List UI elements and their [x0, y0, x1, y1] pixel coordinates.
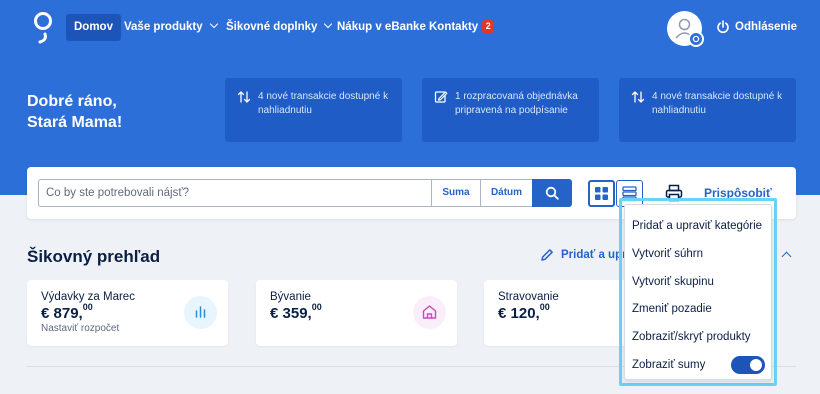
nav-item-smart-addons[interactable]: Šikovné doplnky [226, 14, 333, 41]
grid-icon [595, 187, 608, 200]
arrows-updown-icon [237, 91, 251, 103]
greeting-line: Stará Mama! [27, 114, 123, 131]
chevron-up-icon[interactable] [781, 251, 792, 262]
amount-value: € 120, [498, 305, 540, 322]
amount-value: € 879, [41, 305, 83, 322]
notification-badge: 2 [482, 20, 495, 33]
nav-item-ebank-shopping[interactable]: Nákup v eBanke [337, 14, 426, 41]
power-icon [717, 20, 729, 34]
bank-logo-icon[interactable] [32, 11, 54, 45]
menu-item-create-group[interactable]: Vytvoriť skupinu [632, 276, 714, 288]
amount-value: € 359, [270, 305, 312, 322]
logout-button[interactable]: Odhlásenie [716, 14, 797, 41]
chevron-down-icon [209, 19, 218, 29]
amount-cents: 00 [311, 302, 322, 312]
edit-document-icon [434, 91, 448, 103]
bar-chart-icon [184, 296, 217, 329]
nav-item-label: Kontakty [429, 21, 479, 33]
search-input[interactable] [38, 179, 432, 207]
card-label: Bývanie [270, 291, 311, 303]
filter-amount-label: Suma [442, 187, 470, 198]
filter-amount-button[interactable]: Suma [431, 179, 481, 207]
notification-text: 1 rozpracovaná objednávka pripravená na … [455, 91, 578, 116]
nav-item-label: Vaše produkty [124, 21, 203, 33]
search-icon [545, 186, 559, 200]
nav-item-label: Šikovné doplnky [226, 21, 318, 33]
overview-card[interactable]: Bývanie € 359,00 [256, 280, 457, 346]
menu-item-add-edit-categories[interactable]: Pridať a upraviť kategórie [632, 220, 762, 232]
nav-item-products[interactable]: Vaše produkty [124, 14, 218, 41]
notification-card[interactable]: 4 nové transakcie dostupné k nahliadnuti… [225, 78, 402, 142]
chevron-down-icon [324, 19, 333, 29]
nav-item-contacts[interactable]: Kontakty 2 [429, 14, 495, 41]
greeting: Dobré ráno, Stará Mama! [27, 91, 122, 133]
toggle-knob [750, 359, 762, 371]
overview-card[interactable]: Výdavky za Marec € 879,00 Nastaviť rozpo… [27, 280, 228, 346]
settings-gear-icon[interactable] [688, 31, 704, 47]
filter-date-button[interactable]: Dátum [480, 179, 533, 207]
card-amount: € 359,00 [270, 302, 322, 322]
house-icon [413, 296, 446, 329]
menu-item-change-background[interactable]: Zmeniť pozadie [632, 303, 712, 315]
section-title: Šikovný prehľad [27, 247, 161, 266]
set-budget-link[interactable]: Nastaviť rozpočet [41, 323, 119, 334]
logout-label: Odhlásenie [735, 21, 797, 33]
arrows-updown-icon [631, 91, 645, 103]
filter-date-label: Dátum [490, 187, 523, 198]
menu-item-show-hide-products[interactable]: Zobraziť/skryť produkty [632, 331, 751, 343]
grid-view-button[interactable] [588, 180, 615, 207]
nav-item-label: Domov [74, 21, 113, 33]
notification-text: 4 nové transakcie dostupné k nahliadnuti… [258, 91, 389, 116]
menu-item-create-summary[interactable]: Vytvoriť súhrn [632, 248, 703, 260]
notification-text: 4 nové transakcie dostupné k nahliadnuti… [652, 91, 783, 116]
show-amounts-toggle[interactable] [731, 356, 765, 374]
card-amount: € 879,00 [41, 302, 93, 322]
search-button[interactable] [532, 179, 572, 207]
amount-cents: 00 [82, 302, 93, 312]
pencil-icon [541, 249, 553, 261]
nav-item-label: Nákup v eBanke [337, 21, 426, 33]
amount-cents: 00 [539, 302, 550, 312]
card-amount: € 120,00 [498, 302, 550, 322]
notification-card[interactable]: 1 rozpracovaná objednávka pripravená na … [422, 78, 599, 142]
notification-card[interactable]: 4 nové transakcie dostupné k nahliadnuti… [619, 78, 796, 142]
nav-item-home[interactable]: Domov [66, 14, 121, 41]
greeting-line: Dobré ráno, [27, 93, 117, 110]
menu-item-show-amounts: Zobraziť sumy [632, 359, 706, 371]
